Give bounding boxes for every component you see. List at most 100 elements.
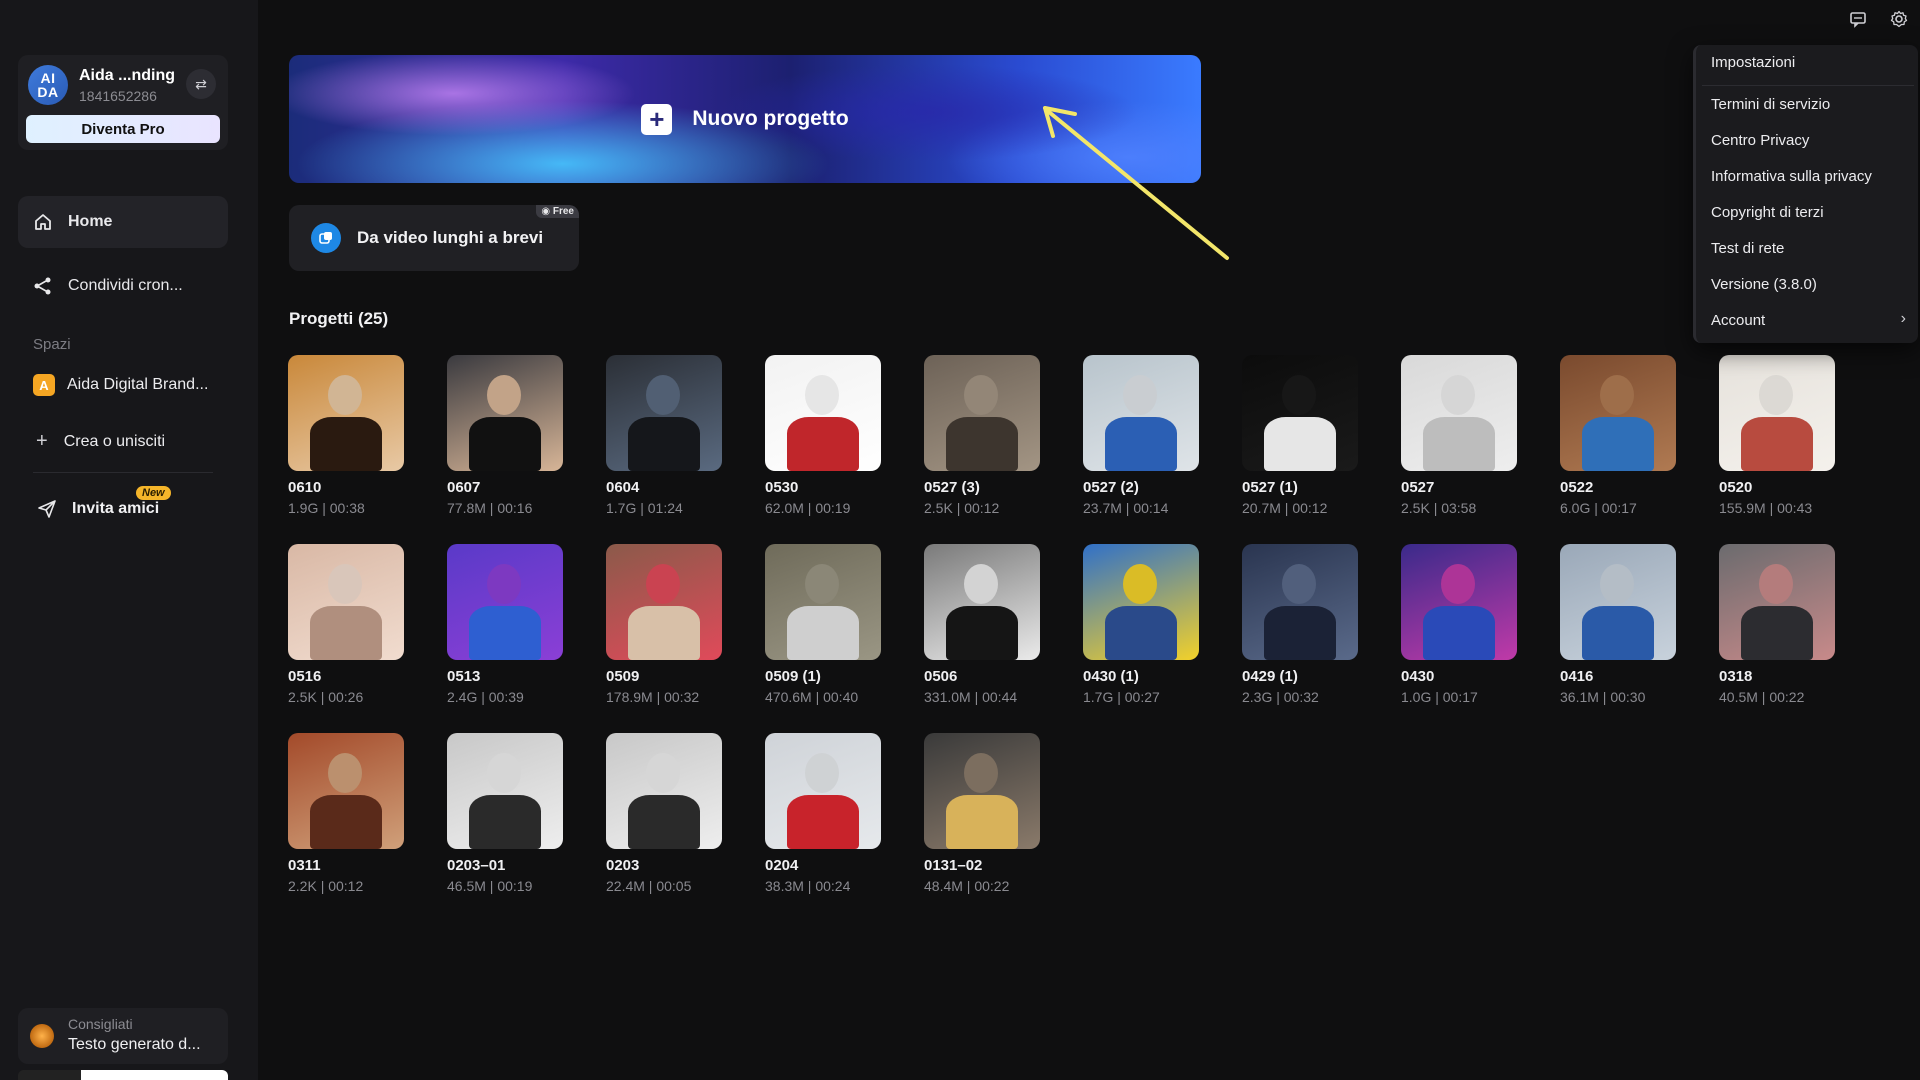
thumbnail-figure-body <box>946 417 1018 471</box>
project-thumbnail[interactable] <box>606 733 722 849</box>
project-thumbnail[interactable] <box>1242 355 1358 471</box>
project-meta: 1.0G | 00:17 <box>1401 689 1478 705</box>
project-card[interactable]: 0527 (3) 2.5K | 00:12 <box>924 355 1040 516</box>
project-thumbnail[interactable] <box>447 355 563 471</box>
project-card[interactable]: 0204 38.3M | 00:24 <box>765 733 881 894</box>
project-name: 0509 <box>606 668 640 685</box>
project-thumbnail[interactable] <box>1083 355 1199 471</box>
project-card[interactable]: 0516 2.5K | 00:26 <box>288 544 404 705</box>
project-card[interactable]: 0527 (1) 20.7M | 00:12 <box>1242 355 1358 516</box>
project-thumbnail[interactable] <box>1083 544 1199 660</box>
menu-item-third-party-copyright[interactable]: Copyright di terzi <box>1711 204 1824 221</box>
project-thumbnail[interactable] <box>606 544 722 660</box>
project-thumbnail[interactable] <box>765 355 881 471</box>
project-card[interactable]: 0509 (1) 470.6M | 00:40 <box>765 544 881 705</box>
project-card[interactable]: 0604 1.7G | 01:24 <box>606 355 722 516</box>
sidebar-item-label: Condividi cron... <box>68 277 183 294</box>
feedback-icon[interactable] <box>1847 8 1869 30</box>
project-thumbnail[interactable] <box>924 544 1040 660</box>
tips-card[interactable]: Consigliati Testo generato d... <box>18 1008 228 1064</box>
project-card[interactable]: 0430 (1) 1.7G | 00:27 <box>1083 544 1199 705</box>
project-thumbnail[interactable] <box>288 544 404 660</box>
project-thumbnail[interactable] <box>1560 355 1676 471</box>
project-thumbnail[interactable] <box>924 355 1040 471</box>
menu-item-terms[interactable]: Termini di servizio <box>1711 96 1830 113</box>
project-card[interactable]: 0513 2.4G | 00:39 <box>447 544 563 705</box>
menu-item-version[interactable]: Versione (3.8.0) <box>1711 276 1817 293</box>
thumbnail-figure-head <box>646 375 680 415</box>
share-icon <box>32 275 54 297</box>
project-card[interactable]: 0311 2.2K | 00:12 <box>288 733 404 894</box>
sidebar-item-share[interactable]: Condividi cron... <box>18 260 228 312</box>
project-card[interactable]: 0610 1.9G | 00:38 <box>288 355 404 516</box>
project-thumbnail[interactable] <box>1401 544 1517 660</box>
long-to-short-button[interactable]: Da video lunghi a brevi ◉ Free <box>289 205 579 271</box>
project-thumbnail[interactable] <box>765 544 881 660</box>
project-meta: 155.9M | 00:43 <box>1719 500 1813 516</box>
thumbnail-figure-body <box>1105 417 1177 471</box>
invite-label: Invita amici <box>72 500 160 517</box>
project-name: 0530 <box>765 479 799 496</box>
project-card[interactable]: 0203 22.4M | 00:05 <box>606 733 722 894</box>
project-thumbnail[interactable] <box>288 355 404 471</box>
project-meta: 40.5M | 00:22 <box>1719 689 1805 705</box>
project-name: 0430 (1) <box>1083 668 1139 685</box>
menu-item-account[interactable]: Account <box>1711 312 1765 329</box>
sidebar-item-home[interactable]: Home <box>18 196 228 248</box>
space-item[interactable]: A Aida Digital Brand... <box>33 374 208 396</box>
project-name: 0318 <box>1719 668 1753 685</box>
thumbnail-figure-head <box>805 753 839 793</box>
project-thumbnail[interactable] <box>447 733 563 849</box>
settings-icon[interactable] <box>1888 8 1910 30</box>
thumbnail-figure-head <box>1282 375 1316 415</box>
project-thumbnail[interactable] <box>1401 355 1517 471</box>
project-thumbnail[interactable] <box>924 733 1040 849</box>
menu-item-settings[interactable]: Impostazioni <box>1711 54 1795 71</box>
sidebar: AI DA Aida ...nding 1841652286 ⇄ Diventa… <box>0 0 258 1080</box>
menu-item-network-test[interactable]: Test di rete <box>1711 240 1784 257</box>
project-name: 0513 <box>447 668 481 685</box>
menu-item-privacy-center[interactable]: Centro Privacy <box>1711 132 1809 149</box>
menu-item-privacy-policy[interactable]: Informativa sulla privacy <box>1711 168 1872 185</box>
project-name: 0610 <box>288 479 322 496</box>
project-name: 0203 <box>606 857 640 874</box>
project-card[interactable]: 0520 155.9M | 00:43 <box>1719 355 1835 516</box>
tips-label: Consigliati <box>68 1016 133 1032</box>
project-card[interactable]: 0527 2.5K | 03:58 <box>1401 355 1517 516</box>
project-meta: 2.5K | 03:58 <box>1401 500 1477 516</box>
project-card[interactable]: 0506 331.0M | 00:44 <box>924 544 1040 705</box>
chevron-right-icon: › <box>1900 310 1906 327</box>
project-thumbnail[interactable] <box>288 733 404 849</box>
switch-account-icon[interactable]: ⇄ <box>186 69 216 99</box>
upgrade-pro-button[interactable]: Diventa Pro <box>26 115 220 143</box>
project-name: 0506 <box>924 668 958 685</box>
project-thumbnail[interactable] <box>1242 544 1358 660</box>
long-to-short-label: Da video lunghi a brevi <box>357 228 544 247</box>
project-card[interactable]: 0203–01 46.5M | 00:19 <box>447 733 563 894</box>
project-card[interactable]: 0527 (2) 23.7M | 00:14 <box>1083 355 1199 516</box>
project-card[interactable]: 0318 40.5M | 00:22 <box>1719 544 1835 705</box>
project-thumbnail[interactable] <box>1560 544 1676 660</box>
project-thumbnail[interactable] <box>1719 355 1835 471</box>
promo-banner[interactable] <box>18 1070 228 1080</box>
avatar[interactable]: AI DA <box>28 65 68 105</box>
project-thumbnail[interactable] <box>765 733 881 849</box>
create-join-space-button[interactable]: + Crea o unisciti <box>36 430 165 453</box>
lightbulb-icon <box>30 1024 54 1048</box>
project-card[interactable]: 0530 62.0M | 00:19 <box>765 355 881 516</box>
invite-friends-button[interactable]: Invita amici <box>36 498 159 520</box>
project-meta: 331.0M | 00:44 <box>924 689 1018 705</box>
thumbnail-figure-head <box>646 564 680 604</box>
thumbnail-figure-body <box>628 606 700 660</box>
project-card[interactable]: 0429 (1) 2.3G | 00:32 <box>1242 544 1358 705</box>
thumbnail-figure-head <box>1600 375 1634 415</box>
project-card[interactable]: 0607 77.8M | 00:16 <box>447 355 563 516</box>
project-card[interactable]: 0430 1.0G | 00:17 <box>1401 544 1517 705</box>
project-thumbnail[interactable] <box>447 544 563 660</box>
project-card[interactable]: 0131–02 48.4M | 00:22 <box>924 733 1040 894</box>
project-card[interactable]: 0509 178.9M | 00:32 <box>606 544 722 705</box>
project-card[interactable]: 0522 6.0G | 00:17 <box>1560 355 1676 516</box>
project-thumbnail[interactable] <box>1719 544 1835 660</box>
project-card[interactable]: 0416 36.1M | 00:30 <box>1560 544 1676 705</box>
project-thumbnail[interactable] <box>606 355 722 471</box>
